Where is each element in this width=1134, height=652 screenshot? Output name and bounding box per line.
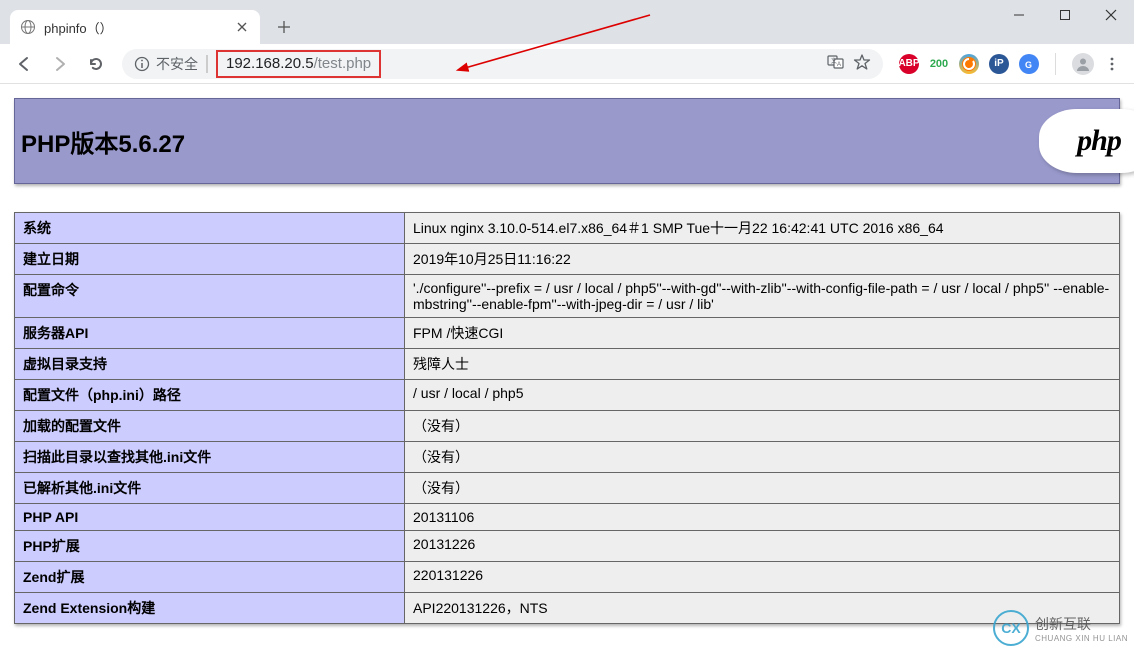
window-controls <box>996 0 1134 30</box>
security-label: 不安全 <box>156 54 198 74</box>
row-key: PHP扩展 <box>15 531 405 562</box>
extension-abp-icon[interactable]: ABP <box>899 54 919 74</box>
table-row: Zend Extension构建API220131226，NTS <box>15 593 1120 624</box>
window-close-button[interactable] <box>1088 0 1134 30</box>
extension-icons: ABP 200 iP G <box>893 54 1045 74</box>
tab-strip: phpinfo（） <box>0 0 1134 44</box>
table-row: 配置文件（php.ini）路径/ usr / local / php5 <box>15 380 1120 411</box>
php-logo-text: php <box>1077 124 1121 158</box>
table-row: 服务器APIFPM /快速CGI <box>15 318 1120 349</box>
separator <box>206 55 208 73</box>
row-value: FPM /快速CGI <box>405 318 1120 349</box>
watermark-subtext: CHUANG XIN HU LIAN <box>1035 634 1128 643</box>
tab-close-button[interactable] <box>234 19 250 35</box>
info-icon <box>134 56 150 72</box>
extension-google-translate-icon[interactable]: G <box>1019 54 1039 74</box>
window-minimize-button[interactable] <box>996 0 1042 30</box>
svg-text:G: G <box>1025 60 1032 70</box>
profile-avatar-icon[interactable] <box>1072 53 1094 75</box>
row-key: Zend Extension构建 <box>15 593 405 624</box>
browser-menu-button[interactable] <box>1098 50 1126 78</box>
svg-text:A: A <box>837 62 841 68</box>
row-value: 20131226 <box>405 531 1120 562</box>
row-value: / usr / local / php5 <box>405 380 1120 411</box>
table-row: 系统Linux nginx 3.10.0-514.el7.x86_64＃1 SM… <box>15 213 1120 244</box>
watermark-logo-icon: CX <box>993 610 1029 646</box>
row-key: 服务器API <box>15 318 405 349</box>
extension-status-200[interactable]: 200 <box>929 54 949 74</box>
globe-icon <box>20 19 36 35</box>
row-value: （没有） <box>405 411 1120 442</box>
watermark: CX 创新互联 CHUANG XIN HU LIAN <box>993 610 1128 646</box>
row-value: 2019年10月25日11:16:22 <box>405 244 1120 275</box>
row-key: 扫描此目录以查找其他.ini文件 <box>15 442 405 473</box>
reload-button[interactable] <box>80 48 112 80</box>
table-row: 扫描此目录以查找其他.ini文件（没有） <box>15 442 1120 473</box>
row-key: 系统 <box>15 213 405 244</box>
row-value: （没有） <box>405 473 1120 504</box>
bookmark-star-icon[interactable] <box>853 53 871 74</box>
table-row: Zend扩展220131226 <box>15 562 1120 593</box>
table-row: 虚拟目录支持残障人士 <box>15 349 1120 380</box>
row-key: 虚拟目录支持 <box>15 349 405 380</box>
back-button[interactable] <box>8 48 40 80</box>
tab-active[interactable]: phpinfo（） <box>10 10 260 44</box>
phpinfo-table: 系统Linux nginx 3.10.0-514.el7.x86_64＃1 SM… <box>14 212 1120 624</box>
extension-avast-icon[interactable] <box>959 54 979 74</box>
row-key: 建立日期 <box>15 244 405 275</box>
row-key: 加载的配置文件 <box>15 411 405 442</box>
table-row: 配置命令'./configure''--prefix = / usr / loc… <box>15 275 1120 318</box>
new-tab-button[interactable] <box>270 13 298 41</box>
site-security[interactable]: 不安全 <box>134 54 198 74</box>
table-row: PHP API20131106 <box>15 504 1120 531</box>
watermark-logo-text: CX <box>1001 620 1020 636</box>
url-highlight-box: 192.168.20.5/test.php <box>216 50 381 78</box>
row-value: （没有） <box>405 442 1120 473</box>
table-row: 建立日期2019年10月25日11:16:22 <box>15 244 1120 275</box>
row-key: 配置文件（php.ini）路径 <box>15 380 405 411</box>
row-key: PHP API <box>15 504 405 531</box>
table-row: 已解析其他.ini文件（没有） <box>15 473 1120 504</box>
phpinfo-header: PHP版本5.6.27 php <box>14 98 1120 184</box>
row-value: 残障人士 <box>405 349 1120 380</box>
row-value: 20131106 <box>405 504 1120 531</box>
php-version-title: PHP版本5.6.27 <box>21 124 185 159</box>
address-bar[interactable]: 不安全 192.168.20.5/test.php 文A <box>122 49 883 79</box>
url-host: 192.168.20.5 <box>226 55 314 72</box>
row-key: 配置命令 <box>15 275 405 318</box>
separator <box>1055 53 1056 75</box>
row-key: 已解析其他.ini文件 <box>15 473 405 504</box>
row-value: './configure''--prefix = / usr / local /… <box>405 275 1120 318</box>
table-row: PHP扩展20131226 <box>15 531 1120 562</box>
window-maximize-button[interactable] <box>1042 0 1088 30</box>
row-value: Linux nginx 3.10.0-514.el7.x86_64＃1 SMP … <box>405 213 1120 244</box>
table-row: 加载的配置文件（没有） <box>15 411 1120 442</box>
browser-toolbar: 不安全 192.168.20.5/test.php 文A ABP 200 iP … <box>0 44 1134 84</box>
extension-ip-icon[interactable]: iP <box>989 54 1009 74</box>
forward-button[interactable] <box>44 48 76 80</box>
page-content: PHP版本5.6.27 php 系统Linux nginx 3.10.0-514… <box>0 84 1134 652</box>
watermark-text: 创新互联 <box>1035 614 1128 634</box>
translate-icon[interactable]: 文A <box>827 53 845 74</box>
tab-title: phpinfo（） <box>44 18 113 37</box>
row-value: 220131226 <box>405 562 1120 593</box>
row-key: Zend扩展 <box>15 562 405 593</box>
watermark-text-wrap: 创新互联 CHUANG XIN HU LIAN <box>1035 614 1128 643</box>
url-path: /test.php <box>314 55 372 72</box>
php-logo: php <box>1039 109 1134 173</box>
